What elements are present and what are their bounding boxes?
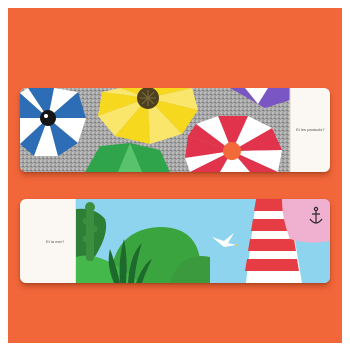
photo-background: Et les parasols? Et la mer? [8,8,342,343]
pink-sail [282,199,330,243]
page-caption: Et les parasols? [296,127,325,132]
sea-spread-illustration [75,199,330,283]
board-book-sea: Et la mer? [20,199,330,283]
page-caption: Et la mer? [46,239,65,244]
board-book-umbrellas: Et les parasols? [20,88,330,172]
umbrella-spread-illustration [20,88,291,172]
